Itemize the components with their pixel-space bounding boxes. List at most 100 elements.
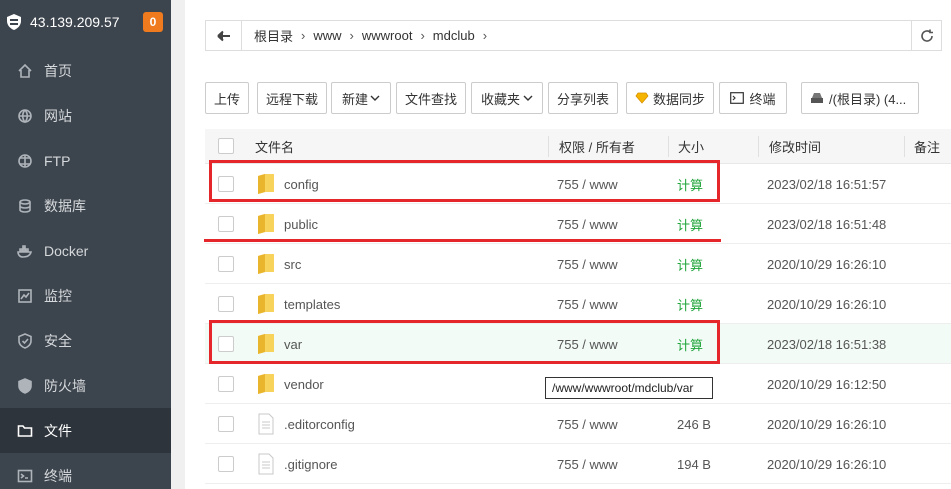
breadcrumb-root[interactable]: 根目录	[248, 26, 299, 45]
breadcrumb-www[interactable]: www	[307, 28, 347, 43]
file-search-button[interactable]: 文件查找	[396, 82, 466, 114]
file-icon	[258, 413, 274, 435]
header-size[interactable]: 大小	[678, 129, 704, 164]
file-name[interactable]: .gitignore	[284, 444, 337, 484]
file-name[interactable]: templates	[284, 284, 340, 324]
row-checkbox[interactable]	[218, 376, 234, 392]
back-button[interactable]	[206, 21, 242, 50]
table-row[interactable]: var 755 / www 计算 2023/02/18 16:51:38	[205, 324, 951, 364]
file-name[interactable]: .editorconfig	[284, 404, 355, 444]
diamond-icon	[635, 92, 649, 104]
sidebar-item-label: 安全	[44, 332, 72, 349]
column-divider	[548, 136, 549, 157]
header-note[interactable]: 备注	[914, 129, 940, 164]
file-permission[interactable]: 755 / www	[557, 324, 618, 364]
ftp-icon	[18, 153, 32, 168]
breadcrumb-wwwroot[interactable]: wwwroot	[356, 28, 419, 43]
sidebar-item-home[interactable]: 首页	[0, 48, 171, 93]
refresh-button[interactable]	[911, 21, 941, 50]
file-name[interactable]: src	[284, 244, 301, 284]
database-icon	[19, 198, 31, 213]
row-checkbox[interactable]	[218, 336, 234, 352]
sidebar-item-label: 网站	[44, 107, 72, 124]
file-size[interactable]: 计算	[677, 204, 703, 244]
header-permission[interactable]: 权限 / 所有者	[559, 129, 635, 164]
select-all-checkbox[interactable]	[218, 138, 234, 154]
file-mtime: 2020/10/29 16:26:10	[767, 256, 887, 272]
remote-download-label: 远程下载	[265, 91, 318, 107]
table-row[interactable]: config 755 / www 计算 2023/02/18 16:51:57	[205, 164, 951, 204]
row-checkbox[interactable]	[218, 456, 234, 472]
table-row[interactable]: templates 755 / www 计算 2020/10/29 16:26:10	[205, 284, 951, 324]
file-manager: 根目录 › www › wwwroot › mdclub › 上传 远程下载 新…	[185, 0, 951, 489]
file-name[interactable]: var	[284, 324, 302, 364]
file-name[interactable]: config	[284, 164, 319, 204]
file-permission[interactable]: 755 / www	[557, 444, 618, 484]
sidebar-item-label: 终端	[44, 467, 72, 484]
header-mtime[interactable]: 修改时间	[769, 129, 821, 164]
terminal-icon	[730, 92, 745, 104]
disk-icon	[811, 93, 823, 103]
table-header: 文件名 权限 / 所有者 大小 修改时间 备注	[205, 129, 951, 164]
sidebar-item-ftp[interactable]: FTP	[0, 138, 171, 183]
toolbar: 上传 远程下载 新建 文件查找 收藏夹 分享列表 数据同步 终端 /(根目录) …	[205, 82, 951, 114]
row-checkbox[interactable]	[218, 416, 234, 432]
file-size[interactable]: 计算	[677, 164, 703, 204]
sidebar-item-monitor[interactable]: 监控	[0, 273, 171, 318]
new-button[interactable]: 新建	[331, 82, 391, 114]
row-checkbox[interactable]	[218, 256, 234, 272]
sidebar-item-terminal[interactable]: 终端	[0, 453, 171, 489]
file-name[interactable]: vendor	[284, 364, 324, 404]
sidebar-item-label: FTP	[44, 152, 71, 169]
column-divider	[758, 136, 759, 157]
upload-button[interactable]: 上传	[205, 82, 249, 114]
table-row[interactable]: public 755 / www 计算 2023/02/18 16:51:48	[205, 204, 951, 244]
sidebar-item-docker[interactable]: Docker	[0, 228, 171, 273]
table-row[interactable]: src 755 / www 计算 2020/10/29 16:26:10	[205, 244, 951, 284]
row-checkbox[interactable]	[218, 216, 234, 232]
terminal-button[interactable]: 终端	[719, 82, 787, 114]
chevron-down-icon	[370, 95, 380, 101]
notification-badge[interactable]: 0	[143, 11, 163, 32]
row-checkbox[interactable]	[218, 176, 234, 192]
new-label: 新建	[341, 91, 368, 107]
file-size[interactable]: 计算	[677, 244, 703, 284]
file-size[interactable]: 计算	[677, 284, 703, 324]
file-permission[interactable]: 755 / www	[557, 164, 618, 204]
data-sync-button[interactable]: 数据同步	[626, 82, 714, 114]
file-permission[interactable]: 755 / www	[557, 244, 618, 284]
file-permission[interactable]: 755 / www	[557, 404, 618, 444]
share-list-button[interactable]: 分享列表	[548, 82, 618, 114]
share-list-label: 分享列表	[556, 91, 609, 107]
file-permission[interactable]: 755 / www	[557, 284, 618, 324]
sidebar-item-files[interactable]: 文件	[0, 408, 171, 453]
file-mtime: 2020/10/29 16:12:50	[767, 376, 887, 392]
header-filename[interactable]: 文件名	[255, 129, 294, 164]
folder-icon	[258, 254, 274, 274]
folder-icon	[17, 424, 33, 437]
disk-button[interactable]: /(根目录) (4...	[801, 82, 919, 114]
sidebar-item-database[interactable]: 数据库	[0, 183, 171, 228]
file-size[interactable]: 计算	[677, 324, 703, 364]
chevron-right-icon: ›	[349, 28, 354, 43]
breadcrumb-mdclub[interactable]: mdclub	[427, 28, 481, 43]
folder-icon	[258, 294, 274, 314]
favorites-label: 收藏夹	[480, 91, 520, 107]
row-checkbox[interactable]	[218, 296, 234, 312]
sidebar-item-label: 数据库	[44, 197, 86, 214]
sidebar-item-website[interactable]: 网站	[0, 93, 171, 138]
remote-download-button[interactable]: 远程下载	[257, 82, 327, 114]
path-bar: 根目录 › www › wwwroot › mdclub ›	[205, 20, 942, 51]
sidebar-item-firewall[interactable]: 防火墙	[0, 363, 171, 408]
table-row[interactable]: .gitignore 755 / www 194 B 2020/10/29 16:26…	[205, 444, 951, 484]
file-permission[interactable]: 755 / www	[557, 204, 618, 244]
folder-icon	[258, 214, 274, 234]
folder-icon	[258, 174, 274, 194]
server-logo-icon	[7, 13, 21, 30]
favorites-button[interactable]: 收藏夹	[471, 82, 543, 114]
file-name[interactable]: public	[284, 204, 318, 244]
chevron-right-icon: ›	[420, 28, 425, 43]
sidebar-item-security[interactable]: 安全	[0, 318, 171, 363]
chevron-right-icon: ›	[301, 28, 306, 43]
table-row[interactable]: .editorconfig 755 / www 246 B 2020/10/29 16…	[205, 404, 951, 444]
